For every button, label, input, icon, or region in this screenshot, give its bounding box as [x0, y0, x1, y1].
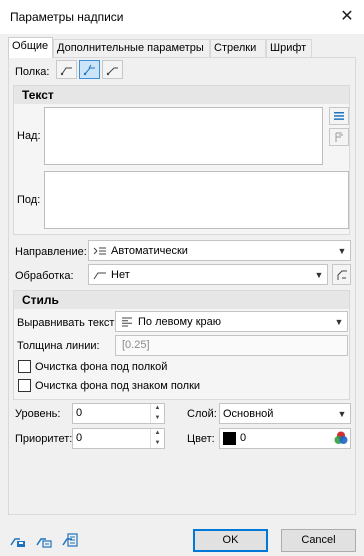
symbol-icon: [335, 132, 343, 142]
shelf-right-icon: [106, 67, 118, 75]
align-value: По левому краю: [138, 315, 221, 328]
direction-label: Направление:: [15, 246, 87, 258]
insert-symbol-button[interactable]: [329, 128, 349, 146]
shelf-center-button[interactable]: [79, 60, 100, 79]
priority-spinner[interactable]: 0 ▲ ▼: [72, 428, 165, 449]
color-palette-icon[interactable]: [333, 430, 349, 446]
auto-direction-icon: [89, 246, 111, 256]
close-icon[interactable]: ✕: [336, 6, 358, 28]
above-text-input[interactable]: [44, 107, 323, 165]
spin-up-icon[interactable]: ▲: [151, 404, 164, 414]
level-value: 0: [76, 407, 83, 419]
save-style-button[interactable]: [8, 530, 28, 550]
priority-value: 0: [76, 432, 83, 444]
layer-value: Основной: [223, 407, 274, 420]
cancel-button[interactable]: Cancel: [281, 529, 356, 552]
color-swatch: [223, 432, 236, 445]
load-style-button[interactable]: [34, 530, 54, 550]
color-label: Цвет:: [187, 433, 215, 445]
layer-label: Слой:: [187, 408, 217, 420]
spin-down-icon[interactable]: ▼: [151, 439, 164, 449]
chevron-down-icon: ▼: [314, 269, 324, 280]
line-icon: [89, 270, 111, 280]
tab-general[interactable]: Общие: [8, 37, 53, 58]
bend-icon: [337, 270, 347, 280]
text-group-title: Текст: [14, 86, 349, 104]
tab-font[interactable]: Шрифт: [266, 39, 312, 57]
spin-down-icon[interactable]: ▼: [151, 414, 164, 424]
clear-bg-shelf-label: Очистка фона под полкой: [35, 361, 168, 373]
style-save-icon: [10, 538, 25, 547]
title-bar: Параметры надписи ✕: [0, 0, 364, 34]
priority-label: Приоритет:: [15, 433, 73, 445]
processing-options-button[interactable]: [332, 264, 351, 285]
line-width-label: Толщина линии:: [17, 340, 100, 352]
align-left-icon: [116, 317, 138, 327]
chevron-down-icon: ▼: [337, 408, 347, 419]
clear-bg-sign-label: Очистка фона под знаком полки: [35, 380, 201, 392]
list-icon: [334, 112, 344, 120]
style-load-icon: [36, 538, 52, 548]
direction-value: Автоматически: [111, 244, 188, 257]
shelf-left-icon: [60, 67, 72, 75]
dialog-title: Параметры надписи: [10, 10, 124, 24]
align-label: Выравнивать текст:: [17, 317, 118, 329]
level-label: Уровень:: [15, 408, 61, 420]
clear-bg-shelf-checkbox[interactable]: [18, 360, 31, 373]
color-field[interactable]: 0: [219, 428, 351, 449]
clear-bg-sign-checkbox[interactable]: [18, 379, 31, 392]
processing-value: Нет: [111, 268, 130, 281]
align-select[interactable]: По левому краю ▼: [115, 311, 348, 332]
below-label: Под:: [17, 194, 41, 206]
shelf-label: Полка:: [15, 66, 50, 78]
chevron-down-icon: ▼: [334, 316, 344, 327]
spin-up-icon[interactable]: ▲: [151, 429, 164, 439]
style-library-button[interactable]: [60, 530, 80, 550]
processing-label: Обработка:: [15, 270, 74, 282]
chevron-down-icon: ▼: [337, 245, 347, 256]
shelf-center-icon: [83, 64, 95, 75]
color-value: 0: [240, 432, 247, 444]
line-width-field[interactable]: [0.25]: [115, 335, 348, 356]
layer-select[interactable]: Основной ▼: [219, 403, 351, 424]
shelf-left-button[interactable]: [56, 60, 77, 79]
tab-arrows[interactable]: Стрелки: [210, 39, 266, 57]
ok-button[interactable]: OK: [193, 529, 268, 552]
text-format-button[interactable]: [329, 107, 349, 125]
style-library-icon: [62, 533, 78, 547]
tab-additional-params[interactable]: Дополнительные параметры: [53, 39, 210, 57]
style-group-title: Стиль: [14, 291, 349, 309]
above-label: Над:: [17, 130, 41, 142]
below-text-input[interactable]: [44, 171, 349, 229]
processing-select[interactable]: Нет ▼: [88, 264, 328, 285]
shelf-right-button[interactable]: [102, 60, 123, 79]
level-spinner[interactable]: 0 ▲ ▼: [72, 403, 165, 424]
direction-select[interactable]: Автоматически ▼: [88, 240, 351, 261]
